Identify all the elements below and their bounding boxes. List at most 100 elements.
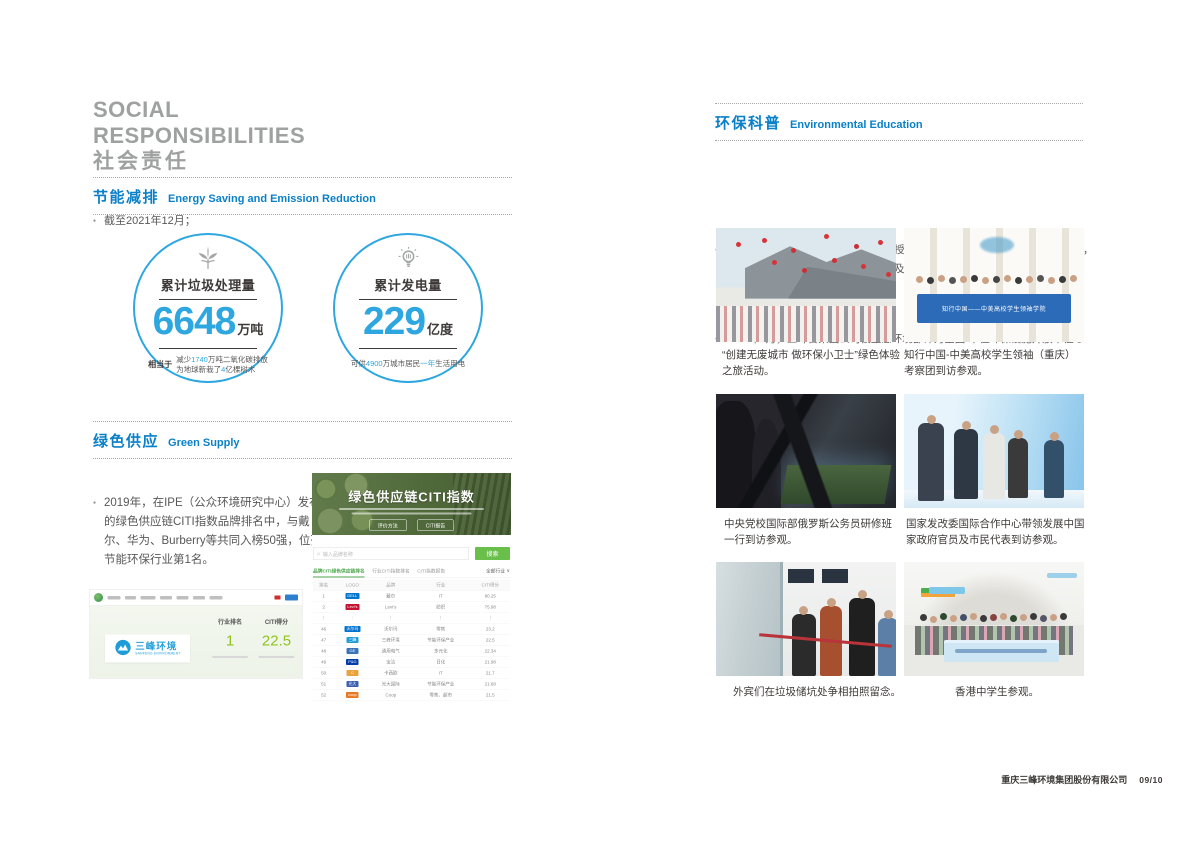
banner-subtitle-bar xyxy=(339,508,484,510)
login-button[interactable] xyxy=(285,595,298,601)
nav-item[interactable] xyxy=(125,596,136,600)
score-cell: 21.68 xyxy=(471,678,510,689)
stat-circle-power: 累计发电量 229 亿度 可供4900万城市居民一年生活用电 xyxy=(333,233,483,383)
citi-report-button[interactable]: CITI报告 xyxy=(417,520,453,532)
person-figure xyxy=(849,598,875,676)
rank-cell: 47 xyxy=(313,634,334,645)
language-flag-icon[interactable] xyxy=(275,596,281,600)
brand-logo: DELL xyxy=(345,593,359,599)
score-value: 22.5 xyxy=(253,633,300,649)
leaves-icon xyxy=(195,245,221,271)
table-header-cell: LOGO xyxy=(334,580,370,591)
table-row: 51 光大 光大国际 节能环保产业 21.68 xyxy=(313,678,510,689)
report-title-en-line1: SOCIAL xyxy=(93,97,305,123)
light-blue-banner xyxy=(944,640,1059,663)
table-header-cell: 行业 xyxy=(411,580,471,591)
brand-cell: 戴尔 xyxy=(371,590,411,601)
stat-power-value: 229 xyxy=(363,301,425,343)
nav-item[interactable] xyxy=(193,596,205,600)
section-education-title-en: Environmental Education xyxy=(790,119,923,131)
energy-asof-text: 截至2021年12月； xyxy=(93,212,404,231)
industry-cell: ⋮ xyxy=(411,612,471,623)
logo-cell: GE xyxy=(334,645,370,656)
logo-cell: 光大 xyxy=(334,678,370,689)
table-row: 2 Levi's Levi's 纺织 75.98 xyxy=(313,601,510,612)
industry-filter-dropdown[interactable]: 全部行业 ∨ xyxy=(486,567,510,574)
brand-logo: 光大 xyxy=(346,681,358,687)
section-energy-heading: 节能减排 Energy Saving and Emission Reductio… xyxy=(93,177,512,215)
rank-cell: 50 xyxy=(313,667,334,678)
nav-item[interactable] xyxy=(177,596,189,600)
chevron-down-icon: ∨ xyxy=(507,568,510,574)
stat-waste-value: 6648 xyxy=(153,301,236,343)
logo-cell: P&G xyxy=(334,656,370,667)
industry-cell: 节能环保产业 xyxy=(411,678,471,689)
logo-cell: coop xyxy=(334,689,370,700)
industry-cell: IT xyxy=(411,667,471,678)
nav-item[interactable] xyxy=(141,596,156,600)
brand-cell: 光大国际 xyxy=(371,678,411,689)
rank-cell: 2 xyxy=(313,601,334,612)
brand-logo: 沃尔玛 xyxy=(344,626,360,632)
brand-logo: ⋮ xyxy=(346,615,358,621)
table-row: 46 沃尔玛 沃尔玛 零售 23.2 xyxy=(313,623,510,634)
table-row: 1 DELL 戴尔 IT 80.25 xyxy=(313,590,510,601)
score-cell: 21.98 xyxy=(471,656,510,667)
industry-cell: 零售 xyxy=(411,623,471,634)
crowd-figures xyxy=(716,306,896,342)
equiv-text: 减少1740万吨二氧化碳排放 为地球新栽了4亿棵树木 xyxy=(176,355,268,375)
tab-industry-ranking[interactable]: 行业CITI指数排名 xyxy=(372,567,409,574)
wall-slogan-sign xyxy=(1047,573,1077,578)
brand-logo: coop xyxy=(346,692,359,698)
person-figure xyxy=(983,433,1005,499)
table-row: 50 C 卡西欧 IT 21.7 xyxy=(313,667,510,678)
citi-banner-image: 绿色供应链CITI指数 评价方法 CITI报告 xyxy=(312,473,511,535)
nav-item[interactable] xyxy=(210,596,223,600)
photo-usa-china-students: 知行中国——中美高校学生领袖学院 xyxy=(904,228,1084,342)
ceiling-beams xyxy=(716,394,896,508)
score-cell: ⋮ xyxy=(471,612,510,623)
stat-waste-note: 相当于 减少1740万吨二氧化碳排放 为地球新栽了4亿棵树木 xyxy=(148,355,268,375)
banner-text: 知行中国——中美高校学生领袖学院 xyxy=(942,304,1046,313)
method-button[interactable]: 评价方法 xyxy=(369,520,406,532)
rank-cell: 1 xyxy=(313,590,334,601)
sanfeng-logo-zh: 三峰环境 xyxy=(135,642,180,652)
sanfeng-wall-sign xyxy=(929,587,965,594)
section-green-title-en: Green Supply xyxy=(168,437,240,449)
logo-cell: ⋮ xyxy=(334,612,370,623)
tab-citi-report[interactable]: CITI指数报告 xyxy=(417,567,445,574)
nav-item[interactable] xyxy=(160,596,172,600)
green-supply-paragraph: 2019年，在IPE（公众环境研究中心）发布的绿色供应链CITI指数品牌排名中，… xyxy=(93,494,322,570)
rank-cell: 49 xyxy=(313,656,334,667)
sanfeng-logo-icon xyxy=(114,639,131,659)
brand-search-input[interactable]: ⌕ 输入品牌名称 xyxy=(313,547,469,560)
brand-logo: Levi's xyxy=(345,604,359,610)
stat-waste-unit: 万吨 xyxy=(237,319,263,338)
brand-cell: 宝洁 xyxy=(371,656,411,667)
table-header-cell: 排名 xyxy=(313,580,334,591)
rank-cell: ⋮ xyxy=(313,612,334,623)
photo-green-experience-event xyxy=(716,228,896,342)
monitor-screens xyxy=(788,569,814,583)
score-cell: 21.5 xyxy=(471,689,510,700)
banner-subtitle-bar xyxy=(352,513,472,515)
logo-cell: DELL xyxy=(334,590,370,601)
rank-note-bar xyxy=(212,656,248,658)
tab-citi-ranking[interactable]: 品牌CITI绿色供应链排名 xyxy=(313,567,365,578)
search-button[interactable]: 搜索 xyxy=(475,547,510,560)
person-figure xyxy=(1008,438,1028,498)
logo-cell: 三峰 xyxy=(334,634,370,645)
ipe-sanfeng-screenshot: 三峰环境 SANFENG ENVIRONMENT 行业排名 1 CITI得分 2… xyxy=(90,590,302,678)
photo-official-delegation xyxy=(904,394,1084,508)
photo-hongkong-students-group xyxy=(904,562,1084,676)
divider xyxy=(159,348,257,349)
divider xyxy=(359,348,457,349)
table-row: 48 GE 通用电气 多元化 22.34 xyxy=(313,645,510,656)
industry-cell: 节能环保产业 xyxy=(411,634,471,645)
photo-caption-4: 国家发改委国际合作中心带领发展中国家政府官员及市民代表到访参观。 xyxy=(906,516,1087,548)
rank-cell: 48 xyxy=(313,645,334,656)
nav-item[interactable] xyxy=(108,596,121,600)
brand-cell: 通用电气 xyxy=(371,645,411,656)
photo-caption-3: 中央党校国际部俄罗斯公务员研修班一行到访参观。 xyxy=(724,516,902,548)
table-header-cell: CITI得分 xyxy=(471,580,510,591)
